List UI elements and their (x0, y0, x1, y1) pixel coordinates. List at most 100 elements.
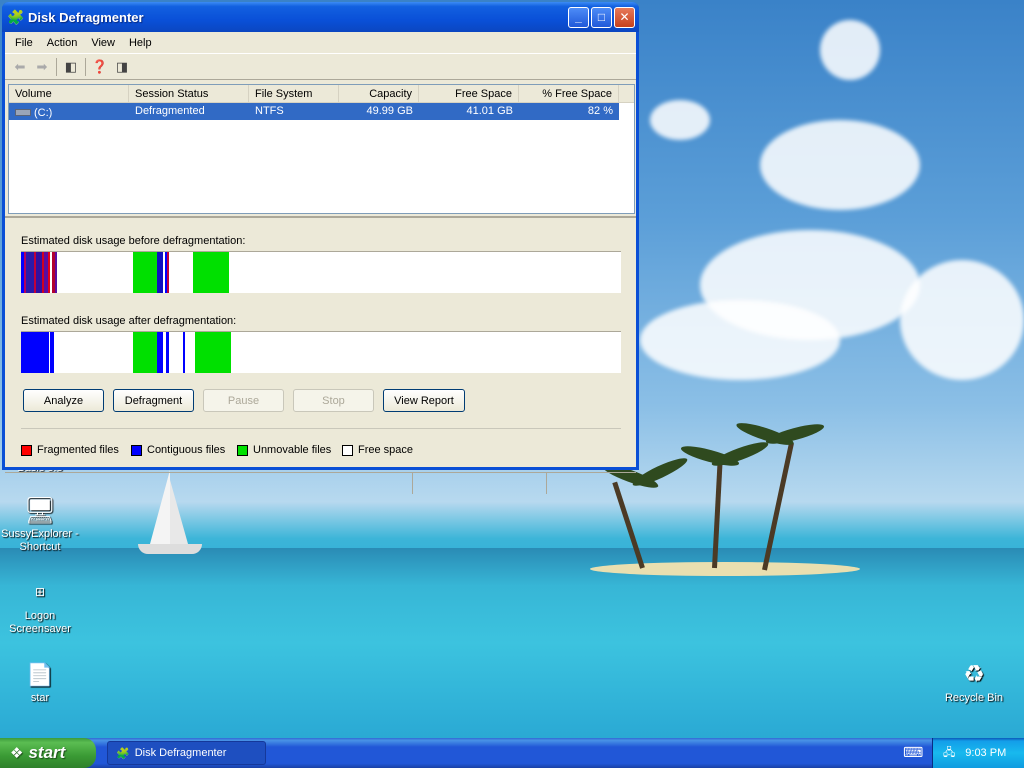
toolbar-separator (85, 57, 86, 76)
window-client: File Action View Help ⬅ ➡ ◧ ❓ ◨ Volume S… (5, 32, 636, 494)
desktop-icon-sussyexplorer[interactable]: 🖥 SussyExplorer - Shortcut (0, 494, 80, 554)
free-space-swatch (342, 444, 353, 456)
desktop-icon-label: Recycle Bin (944, 692, 1004, 704)
defrag-app-icon: 🧩 (116, 747, 130, 760)
palm-frond (630, 453, 690, 491)
show-hide-action-pane-button[interactable]: ◨ (111, 57, 133, 77)
island (590, 562, 860, 576)
system-tray: 🖧 9:03 PM (932, 738, 1024, 768)
analyze-button[interactable]: Analyze (23, 389, 104, 412)
unmovable-swatch (237, 444, 248, 456)
clock[interactable]: 9:03 PM (965, 747, 1006, 759)
help-button[interactable]: ❓ (89, 57, 111, 77)
maximize-icon: □ (597, 10, 606, 24)
fragmented-swatch (21, 444, 32, 456)
cell-capacity: 49.99 GB (366, 105, 413, 117)
before-usage-bar (21, 251, 621, 293)
cell-percent-free: 82 % (587, 105, 613, 117)
show-hide-console-tree-button[interactable]: ◧ (60, 57, 82, 77)
start-label: start (28, 743, 66, 762)
desktop-icon-star[interactable]: 📄 star (0, 658, 80, 705)
fragmented-segment (48, 252, 50, 293)
help-icon: ❓ (91, 58, 109, 74)
desktop-icon-recycle-bin[interactable]: ♻ Recycle Bin (934, 658, 1014, 705)
desktop-icon-label: SussyExplorer - Shortcut (1, 528, 79, 553)
status-pane (413, 473, 547, 494)
menu-help[interactable]: Help (122, 37, 159, 49)
legend-label: Free space (358, 444, 414, 456)
after-label: Estimated disk usage after defragmentati… (21, 315, 237, 327)
table-row[interactable]: (C:) Defragmented NTFS 49.99 GB 41.01 GB… (9, 103, 619, 120)
windows-logo-icon: ⊞ (34, 584, 46, 599)
fragmented-segment (167, 252, 169, 293)
list-header: Volume Session Status File System Capaci… (9, 85, 634, 103)
cloud (650, 100, 710, 140)
volume-list: Volume Session Status File System Capaci… (8, 84, 635, 214)
desktop-icon-label: Logon Screensaver (9, 610, 71, 635)
maximize-button[interactable]: □ (591, 6, 612, 28)
contiguous-segment (26, 252, 34, 293)
column-header-capacity[interactable]: Capacity (339, 85, 419, 102)
desktop-icon-label: star (30, 692, 50, 704)
action-pane-icon: ◨ (115, 58, 129, 74)
status-pane (5, 473, 413, 494)
network-icon[interactable]: 🖧 (943, 744, 955, 763)
column-header-volume[interactable]: Volume (9, 85, 129, 102)
taskbar-button-label: Disk Defragmenter (134, 747, 227, 759)
recycle-bin-icon: ♻ (963, 660, 985, 688)
cloud (900, 260, 1024, 380)
unmovable-segment (193, 252, 229, 293)
stop-button[interactable]: Stop (293, 389, 374, 412)
explorer-shortcut-icon: 🖥 (23, 494, 57, 525)
forward-arrow-icon: ➡ (36, 58, 48, 74)
legend-label: Contiguous files (147, 444, 226, 456)
contiguous-segment (55, 252, 57, 293)
unmovable-segment (133, 332, 157, 373)
cell-free-space: 41.01 GB (466, 105, 513, 117)
start-button[interactable]: ❖ start (0, 738, 96, 768)
minimize-button[interactable]: _ (568, 6, 589, 28)
cell-volume: (C:) (9, 103, 129, 120)
legend-contiguous: Contiguous files (131, 444, 225, 456)
back-arrow-icon: ⬅ (14, 58, 26, 74)
keyboard-icon[interactable]: ⌨ (903, 744, 923, 761)
view-report-button[interactable]: View Report (383, 389, 465, 412)
menu-file[interactable]: File (8, 37, 40, 49)
legend-label: Unmovable files (253, 444, 332, 456)
before-label: Estimated disk usage before defragmentat… (21, 235, 246, 247)
unmovable-segment (195, 332, 231, 373)
legend-divider (21, 428, 621, 429)
window-title: Disk Defragmenter (28, 9, 144, 25)
contiguous-segment (157, 332, 163, 373)
legend-fragmented: Fragmented files (21, 444, 119, 456)
pause-button[interactable]: Pause (203, 389, 284, 412)
text-document-icon: 📄 (26, 661, 54, 687)
column-header-file-system[interactable]: File System (249, 85, 339, 102)
contiguous-segment (183, 332, 185, 373)
contiguous-segment (166, 332, 169, 373)
toolbar: ⬅ ➡ ◧ ❓ ◨ (5, 54, 636, 80)
column-header-session-status[interactable]: Session Status (129, 85, 249, 102)
desktop-icon-logon-screensaver[interactable]: ⊞ Logon Screensaver (0, 576, 80, 636)
back-button[interactable]: ⬅ (9, 57, 31, 77)
windows-flag-icon: ❖ (10, 745, 24, 762)
title-bar[interactable]: 🧩 Disk Defragmenter _ □ ✕ (2, 2, 639, 32)
close-icon: ✕ (619, 10, 630, 24)
legend-free: Free space (342, 444, 413, 456)
cloud (820, 20, 880, 80)
contiguous-segment (157, 252, 163, 293)
defragment-button[interactable]: Defragment (113, 389, 194, 412)
menu-view[interactable]: View (84, 37, 122, 49)
legend-label: Fragmented files (37, 444, 119, 456)
drive-icon (15, 109, 31, 116)
toolbar-separator (56, 57, 57, 76)
column-header-percent-free[interactable]: % Free Space (519, 85, 619, 102)
taskbar: ❖ start 🧩 Disk Defragmenter ⌨ 🖧 9:03 PM (0, 738, 1024, 768)
menu-action[interactable]: Action (40, 37, 85, 49)
taskbar-button-disk-defragmenter[interactable]: 🧩 Disk Defragmenter (107, 741, 266, 765)
console-tree-icon: ◧ (64, 58, 78, 74)
close-button[interactable]: ✕ (614, 6, 635, 28)
column-header-free-space[interactable]: Free Space (419, 85, 519, 102)
sailboat-hull (138, 544, 202, 554)
forward-button[interactable]: ➡ (31, 57, 53, 77)
